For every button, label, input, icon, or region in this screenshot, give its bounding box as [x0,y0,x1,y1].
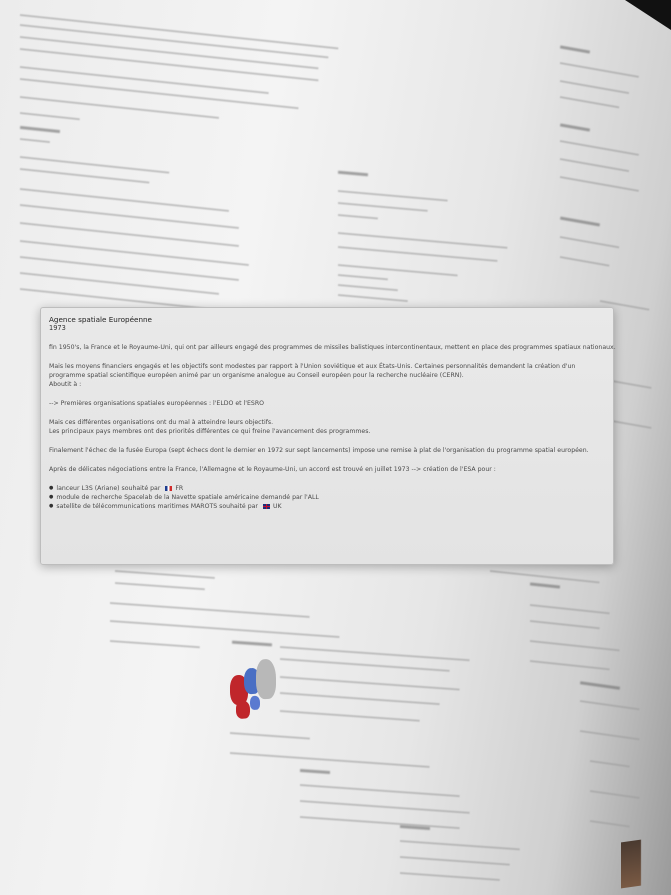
bullet-suffix: UK [272,503,282,510]
info-popover: Agence spatiale Européenne 1973 fin 1950… [40,307,616,565]
popover-paragraph: Aboutit à : [49,381,82,388]
uk-flag-icon [262,504,270,509]
bullet-dot-icon: ● [49,503,54,509]
bullet-dot-icon: ● [49,494,54,500]
popover-paragraph: fin 1950's, la France et le Royaume-Uni,… [49,344,616,351]
window-corner [625,0,671,30]
europe-map-thumbnail [230,654,276,723]
france-flag-icon [165,486,173,491]
popover-title: Agence spatiale Européenne [49,315,152,324]
popover-bullet: ● satellite de télécommunications mariti… [49,502,603,511]
popover-paragraph: --> Premières organisations spatiales eu… [49,400,265,407]
popover-bullet: ● lanceur L3S (Ariane) souhaité par FR [49,484,603,493]
portrait-thumbnail [621,839,641,889]
popover-year: 1973 [49,324,66,332]
popover-bullet: ● module de recherche Spacelab de la Nav… [49,493,603,502]
bullet-text: module de recherche Spacelab de la Navet… [56,494,319,501]
popover-paragraph: Mais les moyens financiers engagés et le… [49,363,576,370]
popover-paragraph: Après de délicates négociations entre la… [49,466,496,473]
bullet-text: satellite de télécommunications maritime… [56,503,258,510]
bullet-text: lanceur L3S (Ariane) souhaité par [56,485,161,492]
popover-paragraph: Les principaux pays membres ont des prio… [49,428,371,435]
popover-paragraph: Mais ces différentes organisations ont d… [49,419,274,426]
popover-paragraph: Finalement l'échec de la fusée Europa (s… [49,447,589,454]
popover-paragraph: programme spatial scientifique européen … [49,372,464,379]
bullet-suffix: FR [175,485,184,492]
bullet-dot-icon: ● [49,485,54,491]
